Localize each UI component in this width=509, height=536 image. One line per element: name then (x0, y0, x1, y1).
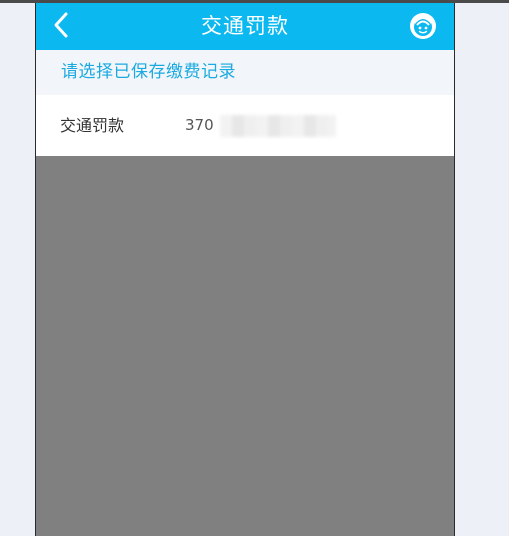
customer-service-icon (410, 13, 436, 39)
phone-screen: 交通罚款 请选择已保存缴费记录 交通罚款 370 (35, 3, 455, 536)
record-prompt-bar: 请选择已保存缴费记录 (36, 50, 454, 95)
record-type-label: 交通罚款 (60, 116, 125, 135)
record-number: 370 (185, 116, 214, 134)
record-prompt-text: 请选择已保存缴费记录 (61, 62, 236, 82)
app-header: 交通罚款 (36, 3, 454, 50)
redacted-number-mask (220, 115, 336, 137)
customer-service-button[interactable] (408, 11, 438, 41)
modal-dim-overlay[interactable] (36, 156, 454, 536)
page-title: 交通罚款 (201, 14, 289, 38)
saved-record-item[interactable]: 交通罚款 370 (36, 95, 454, 156)
